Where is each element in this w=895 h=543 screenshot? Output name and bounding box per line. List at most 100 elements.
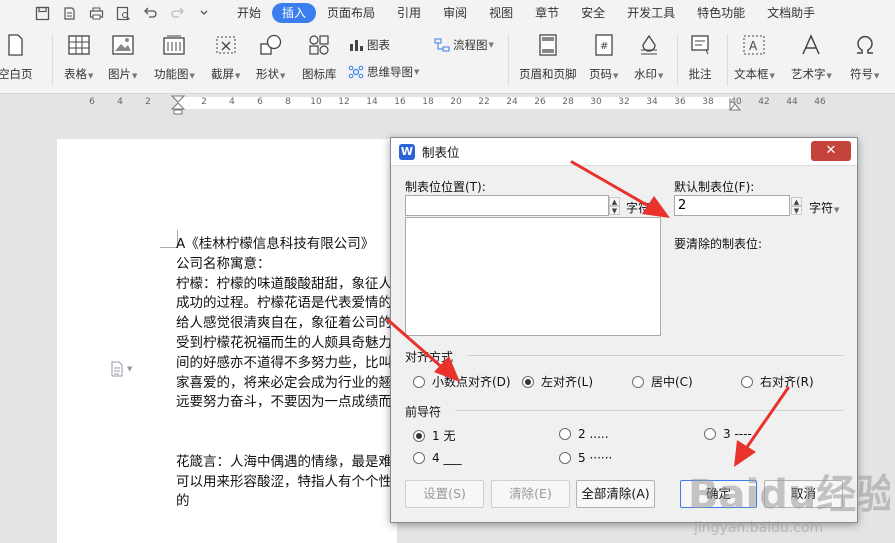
function-chart-button[interactable]: 功能图▼ <box>154 32 195 82</box>
watermark-icon <box>636 32 662 58</box>
leader-dashes-radio[interactable]: 3 ---- <box>704 427 752 441</box>
bar-chart-icon <box>347 36 365 54</box>
document-icon <box>111 361 123 377</box>
tab-security[interactable]: 安全 <box>570 3 616 23</box>
align-decimal-radio[interactable]: 小数点对齐(D) <box>413 373 511 390</box>
align-right-radio[interactable]: 右对齐(R) <box>741 373 814 390</box>
paragraph-handle[interactable]: ▼ <box>110 361 132 377</box>
doc-line <box>176 433 406 453</box>
set-button[interactable]: 设置(S) <box>405 480 484 508</box>
dialog-titlebar[interactable]: W 制表位 ✕ <box>391 138 857 166</box>
spin-up-icon[interactable]: ▲ <box>791 196 802 206</box>
align-left-radio[interactable]: 左对齐(L) <box>522 373 593 390</box>
screenshot-button[interactable]: 截屏▼ <box>211 32 240 82</box>
flowchart-button[interactable]: 流程图 ▼ <box>433 36 494 54</box>
close-button[interactable]: ✕ <box>811 141 851 161</box>
right-indent-marker-icon[interactable] <box>729 97 741 111</box>
doc-line: 给人感觉很清爽自在，象征着公司的 <box>176 315 392 332</box>
document-text[interactable]: A《桂林柠檬信息科技有限公司》 公司名称寓意： 柠檬：柠檬的味道酸酸甜甜，象征人… <box>176 235 406 512</box>
blank-page-button[interactable]: 空白页 <box>0 32 33 82</box>
picture-button[interactable]: 图片▼ <box>108 32 137 82</box>
spin-down-icon[interactable]: ▼ <box>609 205 620 215</box>
default-tab-label: 默认制表位(F): <box>674 180 755 194</box>
ok-button[interactable]: 确定 <box>680 480 757 508</box>
doc-line: 可以用来形容酸涩，特指人有个个性 <box>176 473 392 490</box>
tab-features[interactable]: 特色功能 <box>686 3 756 23</box>
print-icon[interactable] <box>84 2 108 24</box>
doc-line <box>176 413 406 433</box>
doc-line: 的 <box>176 493 190 510</box>
undo-icon[interactable] <box>138 2 162 24</box>
spin-down-icon[interactable]: ▼ <box>791 205 802 215</box>
leader-none-radio[interactable]: 1 无 <box>413 427 455 444</box>
leader-underline-radio[interactable]: 4 ___ <box>413 451 461 465</box>
comment-button[interactable]: 批注 <box>687 32 713 82</box>
picture-icon <box>110 32 136 58</box>
redo-icon[interactable] <box>165 2 189 24</box>
horizontal-ruler: 6 4 2 2 4 6 8 10 12 14 16 18 20 22 24 26… <box>0 94 895 115</box>
default-unit-dropdown[interactable]: 字符▼ <box>809 199 839 216</box>
indent-marker-icon[interactable] <box>171 95 185 115</box>
header-footer-button[interactable]: 页眉和页脚 <box>519 32 577 82</box>
tab-home[interactable]: 开始 <box>226 3 272 23</box>
leader-group-label: 前导符 <box>405 405 442 419</box>
table-button[interactable]: 表格▼ <box>64 32 93 82</box>
icon-library-icon <box>306 32 332 58</box>
shapes-button[interactable]: 形状▼ <box>256 32 285 82</box>
leader-middle-dots-radio[interactable]: 5 ······ <box>559 451 612 465</box>
symbol-button[interactable]: 符号▼ <box>850 32 879 82</box>
tab-page-layout[interactable]: 页面布局 <box>316 3 386 23</box>
ribbon-divider <box>727 34 728 86</box>
clear-all-button[interactable]: 全部清除(A) <box>576 480 655 508</box>
tab-doc-assistant[interactable]: 文档助手 <box>756 3 826 23</box>
svg-text:#: # <box>600 41 608 52</box>
clear-tabs-label: 要清除的制表位: <box>674 237 763 251</box>
tab-references[interactable]: 引用 <box>386 3 432 23</box>
group-divider <box>467 355 843 356</box>
tab-insert[interactable]: 插入 <box>272 3 317 23</box>
doc-line: 间的好感亦不道得不多努力些，比叫 <box>176 354 392 371</box>
tab-position-spinner[interactable]: ▲ ▼ <box>608 195 621 216</box>
header-footer-icon <box>535 32 561 58</box>
page-number-icon: # <box>591 32 617 58</box>
tab-section[interactable]: 章节 <box>524 3 570 23</box>
save-icon[interactable] <box>30 2 54 24</box>
tab-position-input[interactable] <box>405 195 609 216</box>
customize-dropdown-icon[interactable] <box>192 2 216 24</box>
textbox-button[interactable]: A 文本框▼ <box>734 32 775 82</box>
doc-line: 公司名称寓意： <box>176 255 271 272</box>
leader-dots-radio[interactable]: 2 ..... <box>559 427 609 441</box>
insert-ribbon: 空白页 表格▼ 图片▼ 功能图▼ 截屏▼ 形状▼ 图标库 图表 思维导图 ▼ 流程… <box>0 26 895 94</box>
spin-up-icon[interactable]: ▲ <box>609 196 620 206</box>
chart-button[interactable]: 图表 <box>347 36 390 54</box>
dialog-title: 制表位 <box>422 145 460 160</box>
print-preview-icon[interactable] <box>111 2 135 24</box>
wordart-button[interactable]: 艺术字▼ <box>791 32 832 82</box>
page-number-button[interactable]: # 页码▼ <box>589 32 618 82</box>
tab-stops-dialog: W 制表位 ✕ 制表位位置(T): ▲ ▼ 字符 默认制表位(F): 2 ▲ ▼ 字… <box>390 137 858 523</box>
align-center-radio[interactable]: 居中(C) <box>632 373 693 390</box>
wordart-icon <box>798 32 824 58</box>
tab-view[interactable]: 视图 <box>478 3 524 23</box>
ribbon-divider <box>52 34 53 86</box>
doc-line: 花箴言：人海中偶遇的情缘，最是难 <box>176 453 392 470</box>
svg-text:A: A <box>749 39 758 53</box>
tab-positions-list[interactable] <box>405 217 661 336</box>
mindmap-button[interactable]: 思维导图 ▼ <box>347 63 419 81</box>
default-tab-input[interactable]: 2 <box>674 195 790 216</box>
default-tab-spinner[interactable]: ▲ ▼ <box>790 195 803 216</box>
export-pdf-icon[interactable] <box>57 2 81 24</box>
wps-logo-icon: W <box>399 143 415 160</box>
tab-review[interactable]: 审阅 <box>432 3 478 23</box>
tab-unit-label: 字符 <box>626 201 651 215</box>
shapes-icon <box>258 32 284 58</box>
icon-library-button[interactable]: 图标库 <box>302 32 337 82</box>
ribbon-divider <box>508 34 509 86</box>
cancel-button[interactable]: 取消 <box>764 480 843 508</box>
doc-line: 远要努力奋斗，不要因为一点成绩而 <box>176 394 392 411</box>
table-icon <box>66 32 92 58</box>
watermark-button[interactable]: 水印▼ <box>634 32 663 82</box>
group-divider <box>455 410 843 411</box>
clear-button[interactable]: 清除(E) <box>491 480 570 508</box>
tab-developer[interactable]: 开发工具 <box>616 3 686 23</box>
